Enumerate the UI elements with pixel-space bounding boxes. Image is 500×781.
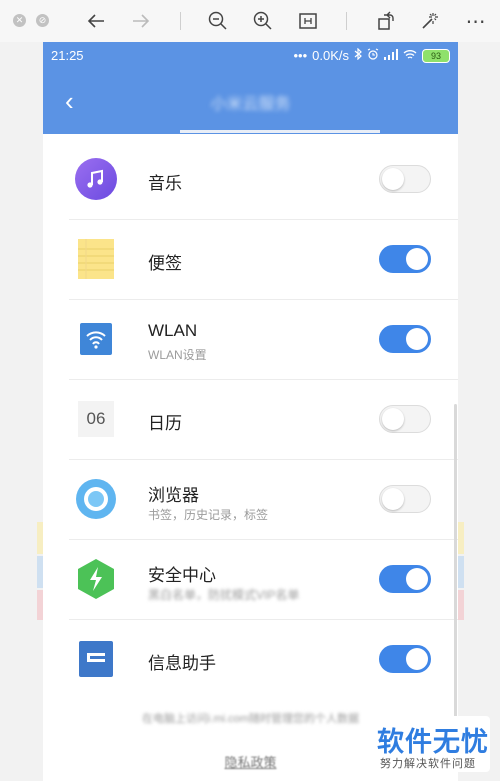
calendar-day: 06: [78, 401, 114, 437]
site-watermark: 软件无忧 努力解决软件问题: [368, 716, 490, 772]
background-strip: [458, 556, 464, 588]
list-item-calendar[interactable]: 06 日历: [69, 380, 458, 460]
info-assistant-icon: [75, 638, 117, 680]
alarm-icon: [367, 48, 379, 63]
list-item-wlan[interactable]: WLAN WLAN设置: [69, 300, 458, 380]
image-viewer-toolbar: ✕ ⊘ ⋯: [0, 0, 500, 42]
music-icon: [75, 158, 117, 200]
magic-wand-icon[interactable]: [418, 9, 442, 33]
watermark-subtitle: 努力解决软件问题: [380, 758, 476, 770]
item-subtitle: WLAN设置: [148, 348, 207, 362]
list-item-info-assistant[interactable]: 信息助手: [69, 620, 458, 699]
title-bar: ‹ 小米云服务: [43, 70, 458, 134]
zoom-out-icon[interactable]: [206, 9, 230, 33]
status-bar: 21:25 ••• 0.0K/s 93: [43, 42, 458, 70]
item-title: WLAN: [148, 321, 198, 340]
more-icon[interactable]: ⋯: [464, 9, 488, 33]
zoom-in-icon[interactable]: [251, 9, 275, 33]
notification-dots: •••: [293, 48, 308, 63]
item-subtitle: 黑白名单，防扰模式VIP名单: [148, 588, 300, 602]
toggle-knob: [406, 648, 428, 670]
item-title: 便签: [148, 254, 182, 273]
network-speed: 0.0K/s: [312, 48, 349, 63]
item-subtitle: 书签，历史记录，标签: [148, 508, 269, 522]
sync-toggle-calendar[interactable]: [379, 405, 431, 433]
sync-toggle-security-center[interactable]: [379, 565, 431, 593]
list-item-notes[interactable]: 便签: [69, 220, 458, 300]
sync-toggle-notes[interactable]: [379, 245, 431, 273]
forward-arrow-icon[interactable]: [129, 9, 153, 33]
scrollbar[interactable]: [454, 404, 457, 734]
toggle-knob: [406, 568, 428, 590]
back-arrow-icon[interactable]: [84, 9, 108, 33]
list-item-security-center[interactable]: 安全中心 黑白名单，防扰模式VIP名单: [69, 540, 458, 620]
list-item-browser[interactable]: 浏览器 书签，历史记录，标签: [69, 460, 458, 540]
toggle-knob: [382, 408, 404, 430]
signal-icon: [384, 48, 398, 63]
watermark-title: 软件无忧: [377, 727, 489, 757]
item-title: 浏览器: [148, 486, 199, 505]
minimize-icon[interactable]: ⊘: [36, 14, 49, 27]
phone-screen: 21:25 ••• 0.0K/s 93 ‹ 小米云服务 音乐 便签 WLAN W…: [43, 42, 458, 781]
toggle-knob: [406, 328, 428, 350]
bluetooth-icon: [354, 47, 362, 63]
toolbar-divider: [180, 12, 181, 30]
sync-toggle-info-assistant[interactable]: [379, 645, 431, 673]
toggle-knob: [382, 488, 404, 510]
item-title: 信息助手: [148, 654, 216, 673]
rotate-icon[interactable]: [374, 9, 398, 33]
security-center-icon: [75, 558, 117, 600]
fit-page-icon[interactable]: [296, 9, 320, 33]
scroll-shadow: [180, 130, 380, 133]
background-strip: [458, 590, 464, 620]
wlan-icon: [75, 318, 117, 360]
calendar-icon: 06: [75, 398, 117, 440]
close-icon[interactable]: ✕: [13, 14, 26, 27]
notes-icon: [75, 238, 117, 280]
item-title: 日历: [148, 414, 182, 433]
sync-toggle-music[interactable]: [379, 165, 431, 193]
toolbar-divider: [346, 12, 347, 30]
sync-toggle-browser[interactable]: [379, 485, 431, 513]
battery-icon: 93: [422, 48, 450, 63]
sync-toggle-wlan[interactable]: [379, 325, 431, 353]
item-title: 安全中心: [148, 566, 216, 585]
list-item-music[interactable]: 音乐: [69, 140, 458, 220]
page-title: 小米云服务: [210, 96, 291, 113]
browser-icon: [75, 478, 117, 520]
wifi-status-icon: [403, 48, 417, 63]
background-strip: [458, 522, 464, 554]
status-time: 21:25: [51, 48, 84, 63]
status-indicators: ••• 0.0K/s 93: [293, 47, 450, 63]
item-title: 音乐: [148, 174, 182, 193]
toggle-knob: [382, 168, 404, 190]
toggle-knob: [406, 248, 428, 270]
